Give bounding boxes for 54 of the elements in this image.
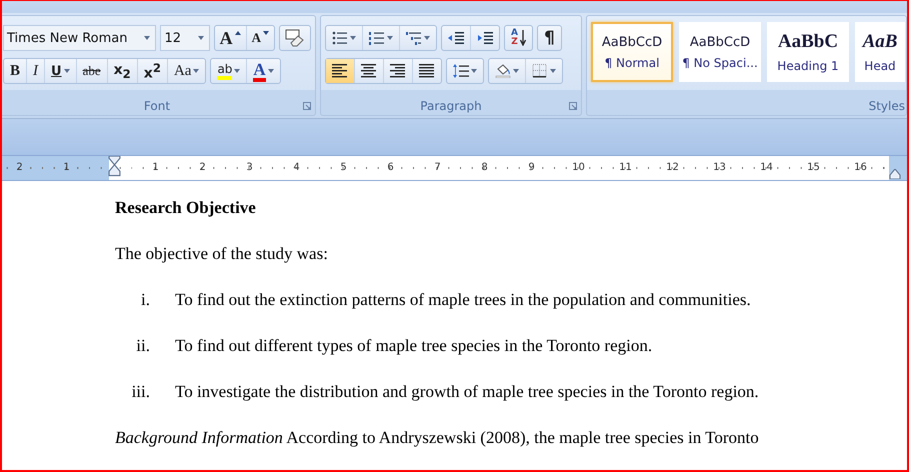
style-gallery-item[interactable]: AaB Head (855, 22, 905, 82)
right-indent-marker-icon[interactable] (889, 169, 901, 179)
down-triangle-icon (263, 31, 269, 35)
justify-icon (419, 64, 435, 78)
borders-icon (532, 64, 548, 78)
numbered-list-icon (369, 31, 385, 45)
shrink-font-button[interactable]: A (246, 26, 274, 50)
caret-icon (198, 36, 204, 40)
style-gallery-item[interactable]: AaBbCcD ¶ Normal (591, 22, 673, 82)
group-label: Font (144, 98, 170, 112)
grow-font-button[interactable]: A (214, 26, 247, 50)
strike-button[interactable]: abe (76, 59, 108, 83)
font-name-field[interactable]: Times New Roman (3, 25, 156, 51)
highlight-button[interactable]: ab (211, 59, 248, 83)
sub-button[interactable]: x$_{2}$ (108, 59, 138, 83)
list-item-text: To find out different types of maple tree species in the Toronto region. (175, 335, 652, 357)
align-left-icon (332, 64, 348, 78)
increase-indent-icon (477, 31, 493, 45)
list-numeral: i. (140, 289, 150, 311)
paragraph-text: Background Information According to Andryszewski (2008), the maple tree species in Toronto (115, 427, 760, 449)
paint-bucket-icon (495, 64, 511, 78)
font-size-field[interactable]: 12 (160, 25, 210, 51)
style-gallery-item[interactable]: AaBbCcD ¶ No Spaci... (679, 22, 761, 82)
color-button[interactable]: A (247, 59, 280, 83)
decrease-indent-icon (448, 31, 464, 45)
list-numeral: iii. (130, 381, 150, 403)
style-gallery-item[interactable]: AaBbC Heading 1 (767, 22, 849, 82)
italic-button[interactable]: I (27, 59, 46, 83)
align-left-button[interactable] (326, 59, 355, 83)
sort-button[interactable]: A Z (505, 26, 532, 50)
caret-icon (144, 36, 150, 40)
sort-letters: A Z (511, 29, 518, 47)
group-label: Paragraph (420, 98, 482, 112)
pilcrow-button[interactable]: ¶ (538, 26, 561, 50)
list-numeral: ii. (135, 335, 150, 357)
list-item-text: To find out the extinction patterns of maple trees in the population and communities. (175, 289, 751, 311)
list-item-text: To investigate the distribution and growth of maple tree species in the Toronto region. (175, 381, 759, 403)
up-triangle-icon (234, 31, 241, 35)
group-label: Styles (868, 98, 905, 112)
eraser-icon (285, 29, 305, 47)
case-button[interactable]: Aa (168, 59, 206, 83)
line-spacing-icon (453, 64, 469, 78)
dialog-launcher-icon[interactable] (569, 102, 577, 110)
section-heading: Research Objective (115, 197, 257, 219)
align-center-icon (361, 64, 377, 78)
sup-button[interactable]: x$^{2}$ (138, 59, 168, 83)
dialog-launcher-icon[interactable] (303, 102, 311, 110)
bold-button[interactable]: B (4, 59, 28, 83)
down-arrow-icon (520, 30, 526, 46)
paragraph-text: The objective of the study was: (115, 243, 329, 265)
multilevel-list-icon (406, 31, 422, 45)
underline-button[interactable]: U (45, 59, 77, 83)
align-right-icon (390, 64, 406, 78)
bullets-icon (332, 31, 348, 45)
